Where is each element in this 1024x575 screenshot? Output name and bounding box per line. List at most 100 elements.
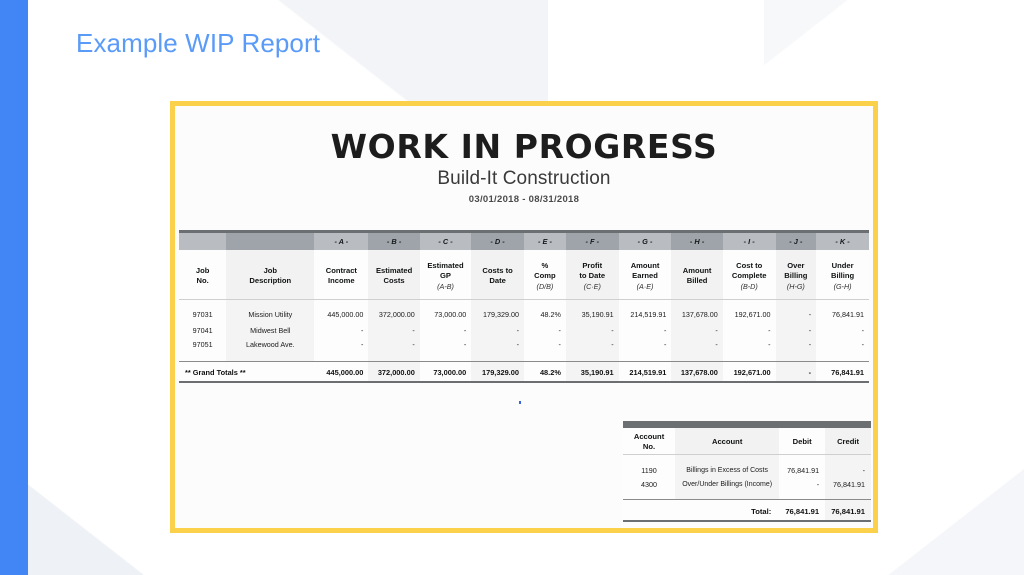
journal-cell-account-no: 4300 <box>623 477 676 492</box>
letter-cell-k: - K - <box>816 230 869 250</box>
grand-totals-label: ** Grand Totals ** <box>179 361 315 383</box>
spacer-cell <box>722 352 776 362</box>
cell-estimated-costs: - <box>368 337 420 352</box>
journal-top-bar-cell <box>623 421 676 428</box>
journal-cell-debit: 76,841.91 <box>779 463 826 478</box>
cell-cost-to-complete: - <box>722 337 776 352</box>
total-amount-billed: 137,678.00 <box>671 361 723 383</box>
header-over-billing: Over Billing (H-G) <box>775 250 817 300</box>
total-cost-to-complete: 192,671.00 <box>722 361 776 383</box>
header-cost-to-complete: Cost to Complete (B-D) <box>722 250 776 300</box>
header-profit-to-date-line1: Profit <box>582 260 603 270</box>
header-over-billing-formula: (H-G) <box>786 281 805 291</box>
journal-header-credit: Credit <box>825 428 871 455</box>
cell-job-no: 97051 <box>179 337 227 352</box>
slide-canvas: Example WIP Report WORK IN PROGRESS Buil… <box>0 0 1024 575</box>
cell-cost-to-complete: - <box>722 323 776 338</box>
cell-costs-to-date: 179,329.00 <box>471 299 524 323</box>
journal-header-debit: Debit <box>779 428 826 455</box>
cell-profit-to-date: - <box>565 323 619 338</box>
cell-estimated-gp: - <box>419 337 472 352</box>
total-over-billing: - <box>775 361 817 383</box>
journal-header-row: Account No. Account Debit Credit <box>623 428 871 455</box>
journal-total-label: Total: <box>623 499 780 522</box>
cell-costs-to-date: - <box>471 337 524 352</box>
header-cost-to-complete-line1: Cost to <box>736 260 763 270</box>
journal-top-bar-cell <box>779 421 826 428</box>
header-estimated-costs-line2: Costs <box>383 276 405 285</box>
header-estimated-gp-line1: Estimated <box>427 260 464 270</box>
cell-contract-income: 445,000.00 <box>314 299 369 323</box>
cell-under-billing: 76,841.91 <box>816 299 869 323</box>
header-job-description-line2: Description <box>249 276 292 285</box>
column-letter-row: - A - - B - - C - - D - - E - - F - - G … <box>179 230 869 250</box>
journal-header-account: Account <box>675 428 780 455</box>
cell-job-description: Lakewood Ave. <box>226 337 315 352</box>
total-under-billing: 76,841.91 <box>816 361 869 383</box>
header-cost-to-complete-line2: Complete <box>731 271 767 281</box>
journal-top-bar-cell <box>675 421 780 428</box>
letter-cell-d: - D - <box>471 230 524 250</box>
letter-cell-j: - J - <box>775 230 817 250</box>
blue-dot-artifact <box>519 401 521 404</box>
letter-cell-f: - F - <box>565 230 619 250</box>
cell-job-no: 97041 <box>179 323 227 338</box>
cell-pct-comp: - <box>523 323 566 338</box>
page-title: Example WIP Report <box>76 28 321 58</box>
spacer-cell <box>419 352 472 362</box>
report-header: WORK IN PROGRESS Build-It Construction 0… <box>175 106 873 205</box>
journal-cell-account-no: 1190 <box>623 463 676 478</box>
journal-header-account-no-line2: No. <box>642 442 656 451</box>
header-estimated-gp-formula: (A-B) <box>437 281 454 291</box>
journal-entry-table: Account No. Account Debit Credit 1190 Bi… <box>623 421 871 522</box>
letter-cell-c: - C - <box>419 230 472 250</box>
table-row: 97051 Lakewood Ave. - - - - - - - - - - … <box>179 337 869 352</box>
column-header-row: Job No. Job Description Contract Income <box>179 250 869 300</box>
header-pct-comp-line2: Comp <box>534 271 556 281</box>
cell-amount-billed: - <box>671 323 723 338</box>
journal-cell-credit: 76,841.91 <box>825 477 871 492</box>
report-page: WORK IN PROGRESS Build-It Construction 0… <box>175 106 873 528</box>
header-estimated-gp-line2: GP <box>440 271 451 281</box>
header-job-description: Job Description <box>226 250 315 300</box>
total-amount-earned: 214,519.91 <box>618 361 672 383</box>
journal-cell-credit: - <box>825 463 871 478</box>
cell-pct-comp: 48.2% <box>523 299 566 323</box>
cell-amount-billed: 137,678.00 <box>671 299 723 323</box>
cell-estimated-gp: 73,000.00 <box>419 299 472 323</box>
header-costs-to-date: Costs to Date <box>471 250 524 300</box>
cell-contract-income: - <box>314 323 369 338</box>
journal-total-credit: 76,841.91 <box>825 499 871 522</box>
journal-gap-cell <box>675 454 780 463</box>
journal-gap-cell <box>623 492 676 500</box>
spacer-cell <box>471 352 524 362</box>
cell-amount-earned: - <box>618 323 672 338</box>
report-title: WORK IN PROGRESS <box>330 127 718 166</box>
header-under-billing-line2: Billing <box>830 271 855 281</box>
cell-estimated-costs: 372,000.00 <box>368 299 420 323</box>
cell-over-billing: - <box>775 337 817 352</box>
left-accent-bar <box>0 0 28 575</box>
header-amount-billed: Amount Billed <box>671 250 723 300</box>
journal-header-account-no-line1: Account <box>633 431 665 441</box>
header-over-billing-line1: Over <box>787 260 805 270</box>
header-amount-earned-line2: Earned <box>632 271 658 281</box>
cell-over-billing: - <box>775 299 817 323</box>
header-profit-to-date: Profit to Date (C·E) <box>565 250 619 300</box>
spacer-cell <box>618 352 672 362</box>
letter-cell-h: - H - <box>671 230 723 250</box>
spacer-cell <box>775 352 817 362</box>
cell-under-billing: - <box>816 323 869 338</box>
journal-cell-debit: - <box>779 477 826 492</box>
journal-entry-table-container: Account No. Account Debit Credit 1190 Bi… <box>623 421 871 522</box>
header-amount-billed-line1: Amount <box>682 265 712 275</box>
cell-contract-income: - <box>314 337 369 352</box>
spacer-cell <box>179 352 227 362</box>
header-pct-comp-line1: % <box>541 260 549 270</box>
cell-amount-earned: 214,519.91 <box>618 299 672 323</box>
letter-cell-a: - A - <box>314 230 369 250</box>
letter-cell-g: - G - <box>618 230 672 250</box>
header-pct-comp-formula: (D/B) <box>536 281 554 291</box>
journal-table-row: 4300 Over/Under Billings (Income) - 76,8… <box>623 477 871 492</box>
header-estimated-costs-line1: Estimated <box>375 265 413 275</box>
